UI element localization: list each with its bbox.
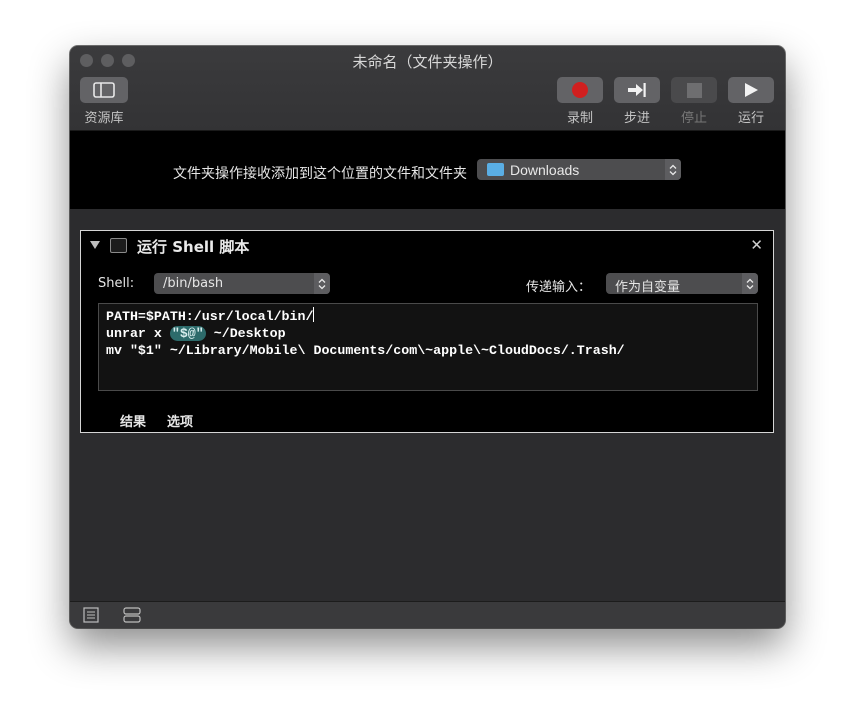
run-shell-script-action: 运行 Shell 脚本 ✕ Shell: /bin/bash 传递输入： 作为自… [80,230,774,433]
code-line-3: mv "$1" ~/Library/Mobile\ Documents/com\… [106,343,625,358]
shell-select[interactable]: /bin/bash [154,273,330,294]
record-button[interactable]: 录制 [557,77,603,126]
library-icon [80,77,128,103]
run-button[interactable]: 运行 [728,77,774,126]
tab-results[interactable]: 结果 [120,411,146,430]
step-button[interactable]: 步进 [614,77,660,126]
library-button[interactable]: 资源库 [80,77,128,126]
pass-input-label: 传递输入： [526,280,592,295]
list-view-icon[interactable] [83,607,99,628]
chevron-updown-icon [314,273,330,294]
folder-select-value: Downloads [510,162,580,178]
stop-label: 停止 [680,111,707,126]
code-line-2-suffix: ~/Desktop [205,326,286,341]
tab-options[interactable]: 选项 [167,411,193,430]
run-label: 运行 [737,111,764,126]
run-icon [728,77,774,103]
step-label: 步进 [623,111,650,126]
close-icon[interactable]: ✕ [750,236,763,254]
text-caret [313,307,315,322]
terminal-icon [110,238,127,253]
code-line-1: PATH=$PATH:/usr/local/bin/ [106,309,314,324]
record-label: 录制 [566,111,593,126]
stop-icon [671,77,717,103]
chevron-updown-icon [665,159,681,180]
automator-window: 未命名（文件夹操作） 资源库 录制 步进 停止 运行 文件夹操作接收添加到这个位… [70,46,785,628]
script-editor[interactable]: PATH=$PATH:/usr/local/bin/ unrar x "$@" … [98,303,758,391]
stop-button[interactable]: 停止 [671,77,717,126]
split-view-icon[interactable] [123,607,141,628]
step-icon [614,77,660,103]
action-title: 运行 Shell 脚本 [137,238,250,256]
code-line-2-prefix: unrar x [106,326,170,341]
folder-action-label: 文件夹操作接收添加到这个位置的文件和文件夹 [173,166,467,182]
pass-input-select-value: 作为自变量 [615,280,681,295]
code-highlight-token: "$@" [169,326,206,341]
bottom-bar [70,601,785,628]
folder-select[interactable]: Downloads [477,159,681,180]
pass-input-select[interactable]: 作为自变量 [606,273,758,295]
record-icon [557,77,603,103]
script-code: PATH=$PATH:/usr/local/bin/ unrar x "$@" … [106,307,625,359]
folder-action-header: 文件夹操作接收添加到这个位置的文件和文件夹 Downloads [70,131,785,209]
disclosure-triangle-icon[interactable] [90,241,100,249]
library-label: 资源库 [84,111,124,126]
folder-icon [487,163,504,176]
chevron-updown-icon [742,273,758,294]
window-title: 未命名（文件夹操作） [352,53,503,71]
shell-label: Shell: [98,276,135,291]
shell-select-value: /bin/bash [163,276,224,291]
titlebar: 未命名（文件夹操作） 资源库 录制 步进 停止 运行 [70,46,785,131]
